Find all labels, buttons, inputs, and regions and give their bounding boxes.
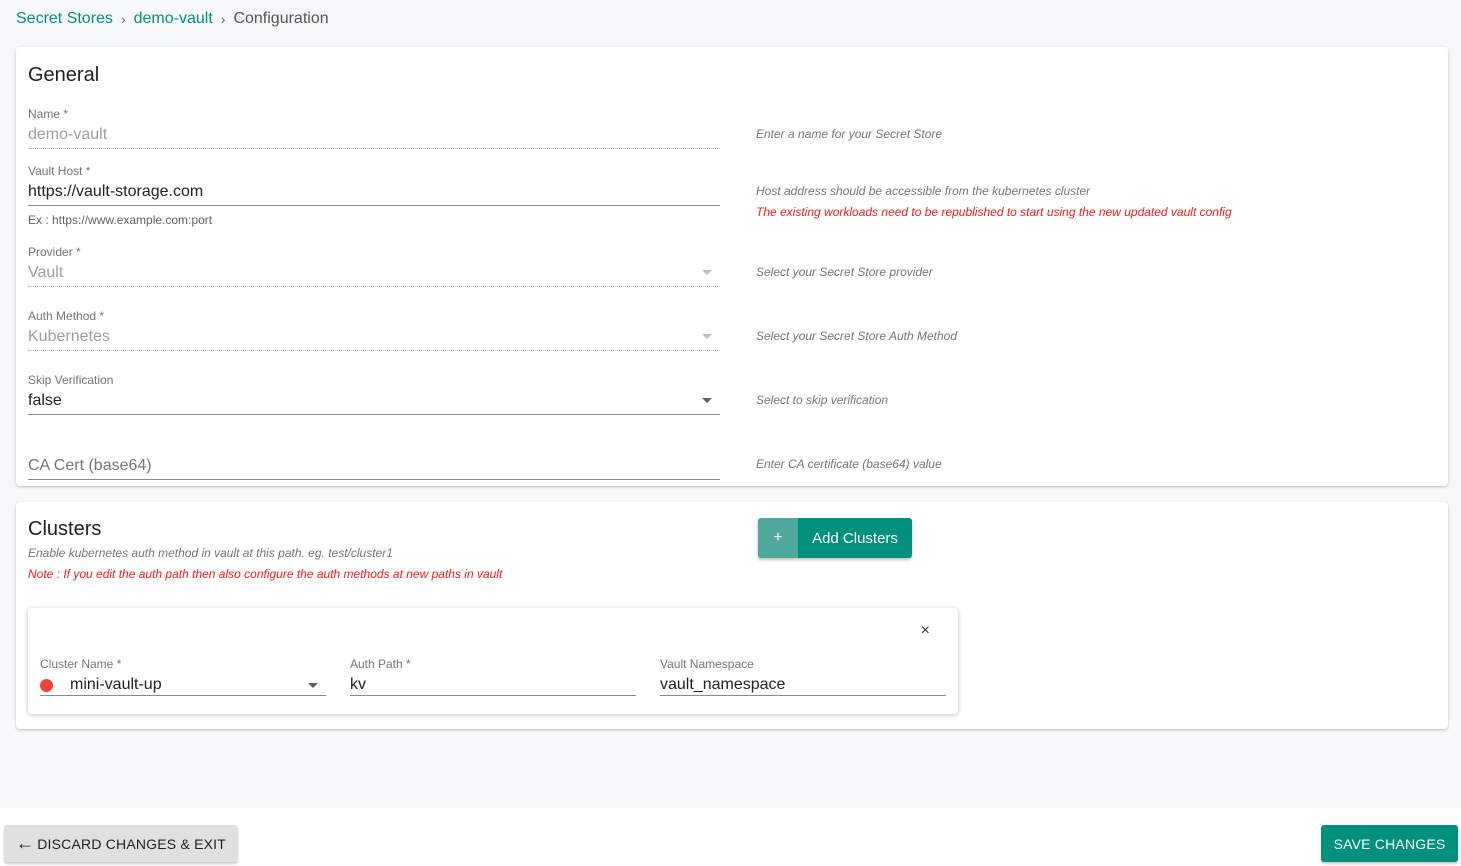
- clusters-note: Note : If you edit the auth path then al…: [28, 567, 503, 581]
- cluster-name-label: Cluster Name *: [40, 657, 122, 671]
- name-field: Name * demo-vault: [28, 107, 720, 149]
- provider-value: Vault: [28, 264, 64, 281]
- general-title: General: [28, 64, 100, 86]
- vault-host-hint: Host address should be accessible from t…: [756, 184, 1091, 198]
- cluster-name-select[interactable]: mini-vault-up: [40, 671, 326, 696]
- auth-method-field: Auth Method * Kubernetes: [28, 309, 720, 351]
- general-card: General Name * demo-vault Enter a name f…: [16, 47, 1448, 486]
- skip-verification-field: Skip Verification false: [28, 373, 720, 415]
- name-input[interactable]: demo-vault: [28, 121, 720, 149]
- auth-method-hint: Select your Secret Store Auth Method: [756, 329, 957, 343]
- chevron-down-icon: [702, 398, 712, 403]
- clusters-hint: Enable kubernetes auth method in vault a…: [28, 546, 393, 560]
- breadcrumb-demo-vault[interactable]: demo-vault: [134, 10, 213, 28]
- skip-verification-value: false: [28, 392, 62, 409]
- arrow-left-icon: ←: [16, 833, 35, 853]
- provider-hint: Select your Secret Store provider: [756, 265, 933, 279]
- footer: ← DISCARD CHANGES & EXIT SAVE CHANGES: [0, 808, 1461, 866]
- skip-verification-label: Skip Verification: [28, 373, 114, 387]
- provider-select[interactable]: Vault: [28, 259, 720, 287]
- discard-label: DISCARD CHANGES & EXIT: [37, 835, 226, 852]
- skip-verification-select[interactable]: false: [28, 387, 720, 415]
- clusters-title: Clusters: [28, 518, 102, 540]
- provider-field: Provider * Vault: [28, 245, 720, 287]
- close-icon[interactable]: ×: [921, 622, 930, 640]
- vault-host-input[interactable]: https://vault-storage.com: [28, 178, 720, 206]
- vault-host-warning: The existing workloads need to be republ…: [756, 205, 1232, 219]
- vault-host-helper: Ex : https://www.example.com:port: [28, 213, 213, 227]
- name-hint: Enter a name for your Secret Store: [756, 127, 943, 141]
- cluster-item: × Cluster Name * mini-vault-up Auth Path…: [28, 608, 958, 714]
- add-clusters-button[interactable]: + Add Clusters: [758, 518, 912, 558]
- name-label: Name *: [28, 107, 69, 121]
- vault-namespace-input[interactable]: vault_namespace: [660, 671, 946, 696]
- breadcrumb-secret-stores[interactable]: Secret Stores: [16, 10, 113, 28]
- skip-verification-hint: Select to skip verification: [756, 393, 889, 407]
- ca-cert-input[interactable]: CA Cert (base64): [28, 452, 720, 480]
- provider-label: Provider *: [28, 245, 81, 259]
- ca-cert-hint: Enter CA certificate (base64) value: [756, 457, 942, 471]
- chevron-down-icon: [702, 270, 712, 275]
- cluster-name-value: mini-vault-up: [70, 676, 162, 693]
- vault-namespace-label: Vault Namespace: [660, 657, 754, 671]
- auth-path-field: Auth Path * kv: [350, 657, 636, 696]
- auth-path-input[interactable]: kv: [350, 671, 636, 696]
- auth-path-label: Auth Path *: [350, 657, 411, 671]
- breadcrumb-current: Configuration: [233, 10, 329, 27]
- breadcrumb-separator: ›: [220, 11, 226, 27]
- breadcrumb: Secret Stores › demo-vault › Configurati…: [16, 10, 329, 28]
- plus-icon: +: [758, 518, 798, 558]
- discard-changes-button[interactable]: ← DISCARD CHANGES & EXIT: [4, 825, 238, 862]
- clusters-card: Clusters Enable kubernetes auth method i…: [16, 502, 1448, 729]
- vault-namespace-field: Vault Namespace vault_namespace: [660, 657, 946, 696]
- status-dot-icon: [40, 678, 53, 692]
- chevron-down-icon: [702, 334, 712, 339]
- breadcrumb-separator: ›: [120, 11, 126, 27]
- vault-host-field: Vault Host * https://vault-storage.com E…: [28, 164, 720, 227]
- add-clusters-label: Add Clusters: [812, 529, 898, 547]
- auth-method-label: Auth Method *: [28, 309, 105, 323]
- vault-host-label: Vault Host *: [28, 164, 91, 178]
- chevron-down-icon: [308, 683, 318, 688]
- auth-method-value: Kubernetes: [28, 328, 110, 345]
- save-changes-button[interactable]: SAVE CHANGES: [1321, 825, 1458, 862]
- ca-cert-field: CA Cert (base64): [28, 452, 720, 480]
- cluster-name-field: Cluster Name * mini-vault-up: [40, 657, 326, 696]
- auth-method-select[interactable]: Kubernetes: [28, 323, 720, 351]
